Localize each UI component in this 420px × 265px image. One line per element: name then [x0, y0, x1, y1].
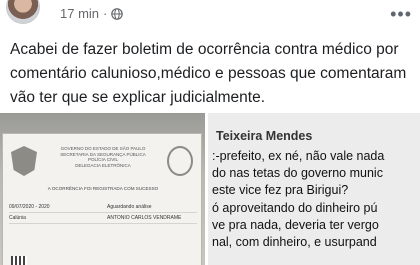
- post-meta: 17 min ·: [60, 6, 124, 21]
- post-time[interactable]: 17 min: [60, 6, 99, 21]
- report-row: 09/07/2020 - 2020 Aguardando análise: [9, 202, 197, 213]
- report-title: A OCORRÊNCIA FOI REGISTRADA COM SUCESSO: [47, 186, 159, 191]
- comment-line: do nas tetas do governo munic: [212, 166, 383, 181]
- report-header-line: DELEGACIA ELETRÔNICA: [75, 162, 131, 168]
- post-media[interactable]: GOVERNO DO ESTADO DE SÃO PAULO SECRETARI…: [0, 113, 420, 265]
- report-cell: 09/07/2020 - 2020: [9, 204, 50, 210]
- report-paper: GOVERNO DO ESTADO DE SÃO PAULO SECRETARI…: [2, 133, 202, 265]
- comment-text: :-prefeito, ex né, não vale nada do nas …: [212, 148, 384, 251]
- globe-icon: [111, 7, 124, 20]
- comment-line: ve pra nada, deveria ter vergo: [212, 217, 379, 232]
- avatar[interactable]: [6, 0, 40, 24]
- barcode-icon: [11, 256, 27, 265]
- comment-author: Teixeira Mendes: [216, 129, 313, 143]
- report-row: Calúnia ANTONIO CARLOS VENDRAME: [9, 213, 197, 224]
- comment-screenshot-photo[interactable]: Teixeira Mendes :-prefeito, ex né, não v…: [205, 113, 420, 265]
- more-options-icon[interactable]: •••: [390, 4, 412, 25]
- comment-line: ó aproveitando do dinheiro pú: [212, 200, 378, 215]
- report-cell: ANTONIO CARLOS VENDRAME: [107, 215, 182, 221]
- state-crest-icon: [11, 146, 37, 176]
- comment-line: :-prefeito, ex né, não vale nada: [212, 149, 385, 163]
- report-cell: Calúnia: [9, 215, 26, 221]
- police-seal-icon: [167, 146, 193, 176]
- report-header: GOVERNO DO ESTADO DE SÃO PAULO SECRETARI…: [43, 146, 163, 168]
- police-report-photo[interactable]: GOVERNO DO ESTADO DE SÃO PAULO SECRETARI…: [0, 113, 205, 265]
- report-cell: Aguardando análise: [107, 204, 152, 210]
- comment-line: nal, com dinheiro, e usurpand: [212, 235, 377, 250]
- post-header: 17 min · •••: [0, 0, 420, 30]
- post-text: Acabei de fazer boletim de ocorrência co…: [10, 41, 407, 106]
- comment-line: este vice fez pra Birigui?: [212, 183, 349, 198]
- meta-separator: ·: [103, 6, 108, 21]
- report-fields: 09/07/2020 - 2020 Aguardando análise Cal…: [9, 202, 197, 224]
- report-header-line: GOVERNO DO ESTADO DE SÃO PAULO: [60, 146, 146, 151]
